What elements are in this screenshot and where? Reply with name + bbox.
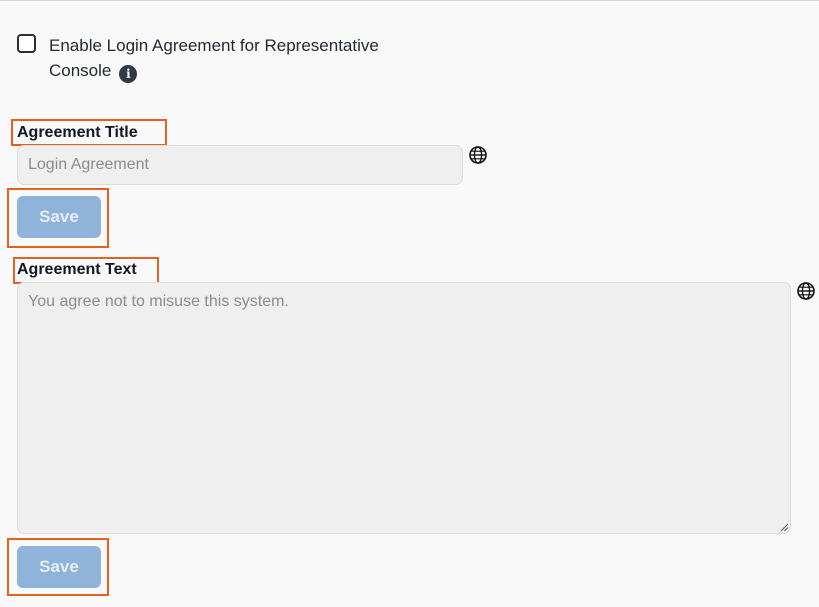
globe-icon[interactable]: [468, 145, 488, 165]
agreement-title-save-button[interactable]: Save: [17, 196, 101, 238]
enable-login-agreement-label: Enable Login Agreement for Representativ…: [49, 33, 429, 83]
info-icon[interactable]: i: [119, 65, 138, 83]
enable-login-agreement-row: Enable Login Agreement for Representativ…: [17, 33, 429, 83]
enable-login-agreement-text: Enable Login Agreement for Representativ…: [49, 36, 379, 80]
top-divider: [0, 0, 819, 1]
agreement-text-textarea[interactable]: [17, 282, 791, 534]
agreement-text-save-button[interactable]: Save: [17, 546, 101, 588]
agreement-title-input[interactable]: [17, 145, 463, 185]
agreement-title-label: Agreement Title: [17, 124, 138, 141]
agreement-text-label: Agreement Text: [17, 261, 137, 278]
globe-icon[interactable]: [796, 281, 816, 301]
enable-login-agreement-checkbox[interactable]: [17, 34, 36, 53]
resize-grip-icon[interactable]: [780, 523, 789, 532]
